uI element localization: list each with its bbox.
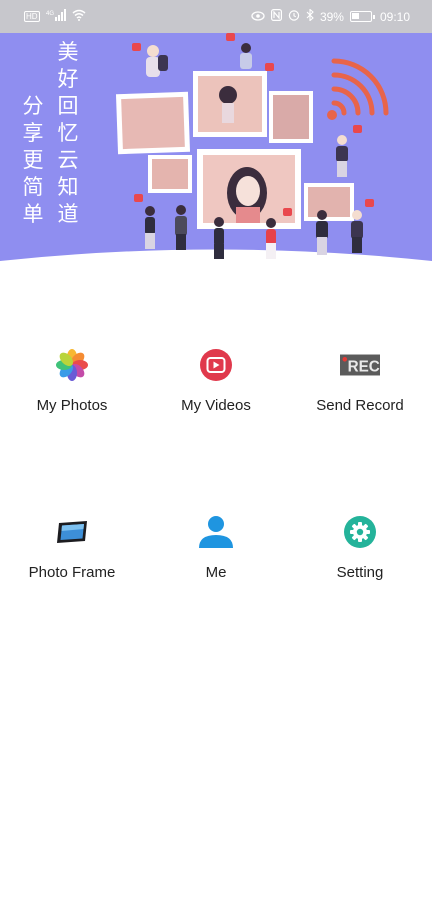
nfc-icon — [270, 9, 282, 24]
my-photos-button[interactable]: My Photos — [0, 345, 144, 455]
slogan-line-1: 美好回忆云知道 — [57, 40, 79, 226]
status-bar: HD 4G 39% 09:10 — [0, 0, 432, 33]
battery-percent: 39% — [319, 9, 344, 24]
photo-frame-button[interactable]: Photo Frame — [0, 512, 144, 622]
slogan-line-2: 分享更简单 — [22, 94, 44, 226]
svg-text:REC: REC — [348, 359, 380, 376]
my-videos-button[interactable]: My Videos — [144, 345, 288, 455]
play-circle-icon — [196, 345, 236, 385]
eye-icon — [251, 10, 265, 24]
me-button[interactable]: Me — [144, 512, 288, 622]
photos-flower-icon — [52, 345, 92, 385]
alarm-icon — [288, 9, 300, 24]
wifi-icon — [72, 9, 86, 24]
battery-icon — [349, 11, 375, 22]
header-banner: 美好回忆云知道 分享更简单 — [0, 33, 432, 268]
clock: 09:10 — [379, 9, 410, 24]
bluetooth-icon — [306, 8, 314, 24]
signal-icon: 4G — [46, 9, 66, 24]
svg-text:4G: 4G — [46, 11, 54, 17]
hd-badge: HD — [24, 11, 40, 22]
send-record-button[interactable]: REC Send Record — [288, 345, 432, 455]
person-icon — [196, 512, 236, 552]
setting-label: Setting — [336, 564, 384, 581]
setting-button[interactable]: Setting — [288, 512, 432, 622]
photo-frame-label: Photo Frame — [28, 564, 116, 581]
my-videos-label: My Videos — [181, 397, 251, 414]
rec-icon: REC — [340, 345, 380, 385]
gear-icon — [340, 512, 380, 552]
my-photos-label: My Photos — [36, 397, 108, 414]
photo-frame-icon — [52, 512, 92, 552]
me-label: Me — [205, 564, 227, 581]
send-record-label: Send Record — [316, 397, 404, 414]
